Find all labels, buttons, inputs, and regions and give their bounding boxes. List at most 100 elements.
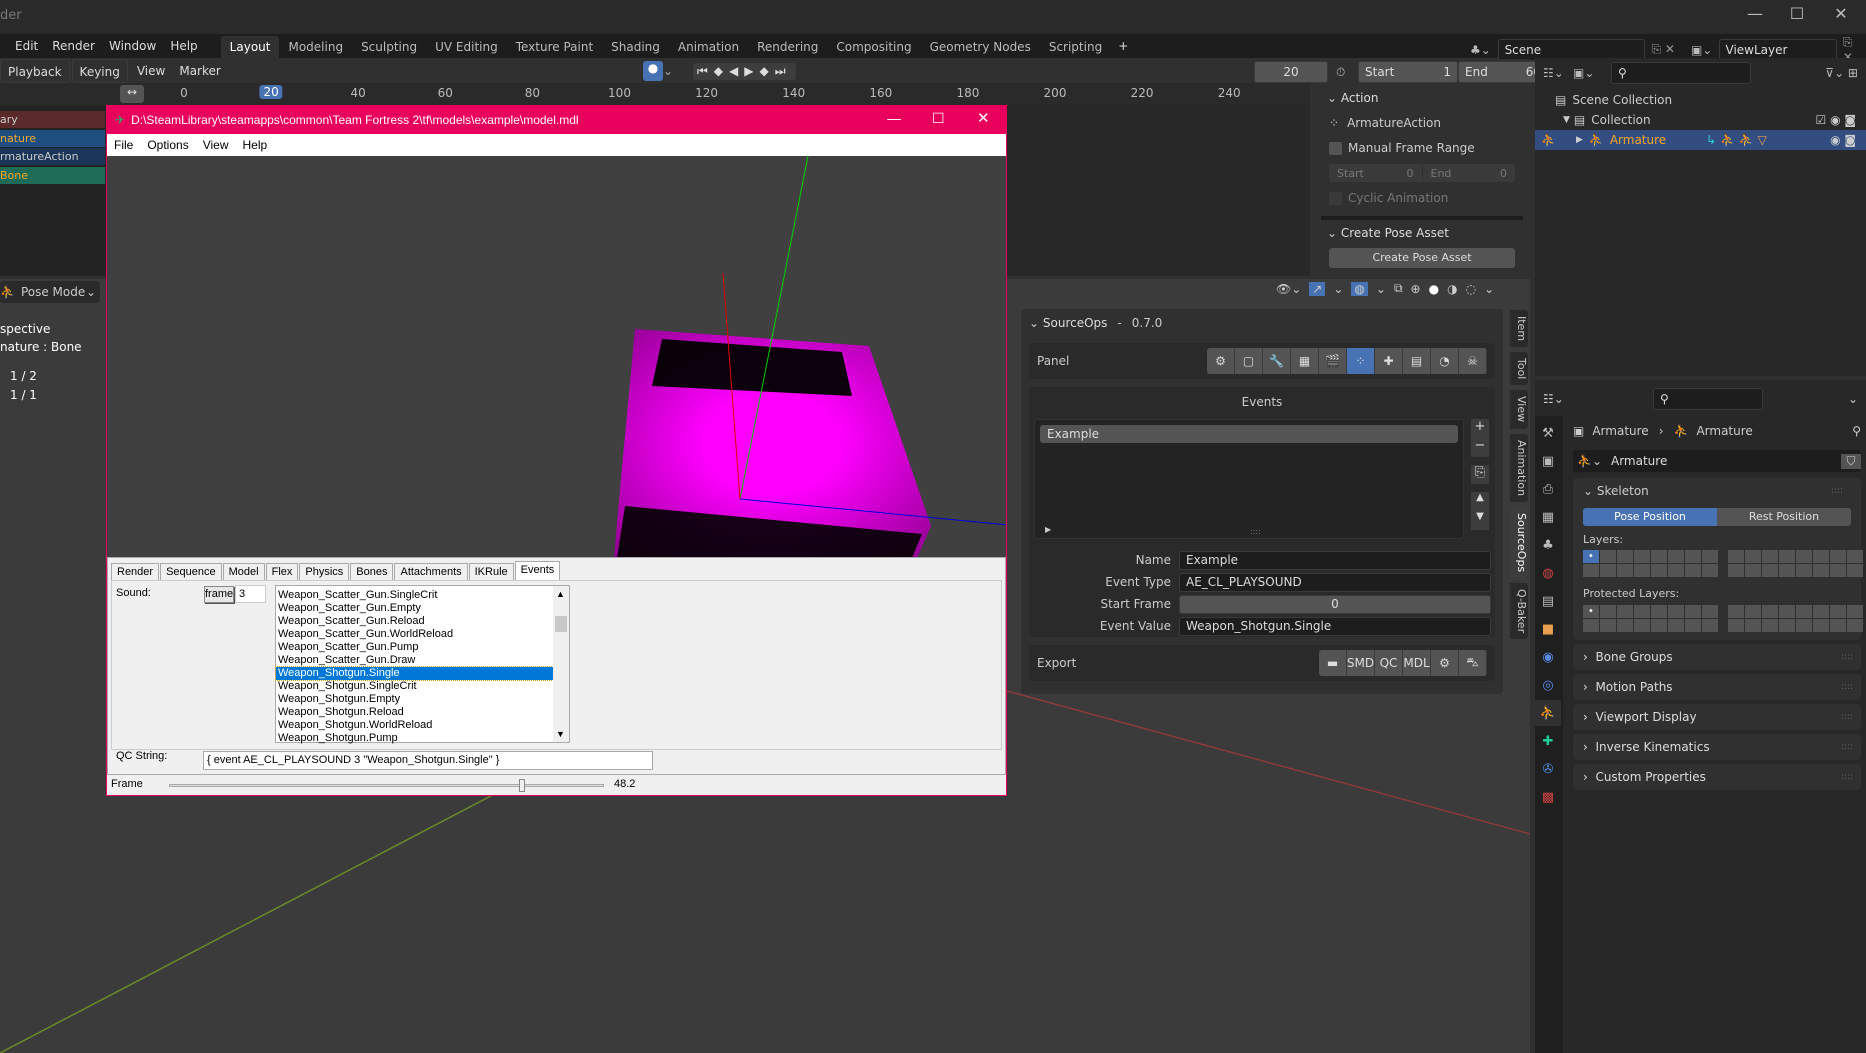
hlmv-tab-attachments[interactable]: Attachments xyxy=(394,563,468,580)
pin-icon[interactable]: ⚲ xyxy=(1852,424,1861,438)
current-frame-indicator[interactable]: 20 xyxy=(259,85,283,99)
fake-user-icon[interactable]: ⛉ xyxy=(1841,453,1861,469)
pose-position-button[interactable]: Pose Position xyxy=(1583,508,1717,526)
bone-icon[interactable]: ✚ xyxy=(1375,348,1403,374)
expand-icon[interactable]: ▼ xyxy=(1563,115,1570,125)
hlmv-tab-sequence[interactable]: Sequence xyxy=(160,563,222,580)
sound-list-item[interactable]: Weapon_Scatter_Gun.SingleCrit xyxy=(276,589,553,602)
layer-cell[interactable] xyxy=(1762,605,1778,618)
layer-cell[interactable] xyxy=(1796,564,1812,577)
layer-cell[interactable] xyxy=(1668,619,1684,632)
layer-cell[interactable] xyxy=(1651,605,1667,618)
layer-cell[interactable] xyxy=(1600,564,1616,577)
view-layer-icon[interactable]: ▦ xyxy=(1535,504,1561,530)
hlmv-model-viewport[interactable] xyxy=(107,156,1006,557)
filter-view-icon[interactable]: ▣⌄ xyxy=(1573,66,1607,80)
hlmv-minimize-button[interactable]: — xyxy=(887,110,901,126)
layer-cell[interactable] xyxy=(1634,619,1650,632)
sound-list-item[interactable]: Weapon_Scatter_Gun.WorldReload xyxy=(276,628,553,641)
tab-layout[interactable]: Layout xyxy=(220,36,280,58)
layer-cell[interactable] xyxy=(1728,550,1744,563)
frame-slider-thumb[interactable] xyxy=(519,779,526,792)
wrench-icon[interactable]: 🔧 xyxy=(1263,348,1291,374)
frame-slider[interactable] xyxy=(169,779,604,792)
bone-icon[interactable]: ✚ xyxy=(1535,728,1561,754)
hlmv-tab-bones[interactable]: Bones xyxy=(350,563,394,580)
layer-cell[interactable] xyxy=(1685,550,1701,563)
timeline-channel[interactable]: nature xyxy=(0,129,105,147)
object-icon[interactable]: ■ xyxy=(1535,616,1561,642)
layer-cell[interactable] xyxy=(1830,619,1846,632)
layer-cell[interactable] xyxy=(1779,619,1795,632)
create-pose-asset-button[interactable]: Create Pose Asset xyxy=(1329,248,1515,268)
expand-icon[interactable]: ▶ xyxy=(1576,135,1583,145)
sidebar-tab-sourceops[interactable]: SourceOps xyxy=(1509,505,1529,579)
current-frame-field[interactable]: 20 xyxy=(1254,61,1328,83)
layer-cell[interactable] xyxy=(1728,619,1744,632)
tab-modeling[interactable]: Modeling xyxy=(279,36,352,58)
layer-cell[interactable] xyxy=(1762,550,1778,563)
tab-animation[interactable]: Animation xyxy=(669,36,748,58)
tab-sculpting[interactable]: Sculpting xyxy=(352,36,426,58)
timeline-ruler[interactable]: ↔ 0 20 40 60 80 100 120 140 160 180 200 220 240 xyxy=(0,83,1310,105)
layer-cell[interactable] xyxy=(1600,605,1616,618)
folder-icon[interactable]: ▬ xyxy=(1319,650,1347,676)
layer-cell[interactable] xyxy=(1702,564,1718,577)
skull-icon[interactable]: ☠ xyxy=(1459,348,1487,374)
drag-grip[interactable]: :::: xyxy=(1841,682,1853,692)
export-smd-button[interactable]: SMD xyxy=(1347,650,1375,676)
sound-list-item[interactable]: Weapon_Shotgun.Single xyxy=(275,666,554,681)
armature-data-name-field[interactable]: Armature xyxy=(1605,454,1841,468)
view-all-icon[interactable]: ↔ xyxy=(120,85,144,103)
frame-input[interactable]: 3 xyxy=(235,585,266,603)
layer-cell[interactable] xyxy=(1702,605,1718,618)
remove-event-button[interactable]: − xyxy=(1471,438,1489,457)
vehicle-icon[interactable]: ⛍ xyxy=(1459,650,1487,676)
layer-cell[interactable] xyxy=(1702,550,1718,563)
timeline-menu-marker[interactable]: Marker xyxy=(172,59,227,83)
layer-cell[interactable] xyxy=(1583,619,1599,632)
editor-type-icon[interactable]: ☷⌄ xyxy=(1543,392,1573,406)
sidebar-tab-q-baker[interactable]: Q-Baker xyxy=(1509,581,1529,640)
layer-cell[interactable] xyxy=(1600,619,1616,632)
hlmv-tab-physics[interactable]: Physics xyxy=(299,563,350,580)
minimize-button[interactable]: — xyxy=(1740,4,1770,23)
layer-cell[interactable] xyxy=(1634,550,1650,563)
output-icon[interactable]: ⎙ xyxy=(1535,476,1561,502)
tool-icon[interactable]: ⚒ xyxy=(1535,420,1561,446)
frame-button[interactable]: frame xyxy=(204,586,234,603)
orbit-icon[interactable]: ◔ xyxy=(1431,348,1459,374)
event-field-event-value[interactable]: Weapon_Shotgun.Single xyxy=(1179,616,1491,636)
event-field-start-frame[interactable]: 0 xyxy=(1179,594,1491,614)
layer-cell[interactable] xyxy=(1830,550,1846,563)
move-down-button[interactable]: ▼ xyxy=(1471,511,1489,530)
close-button[interactable]: ✕ xyxy=(1826,4,1856,23)
section-motion-paths[interactable]: › Motion Paths:::: xyxy=(1573,674,1861,700)
sound-list-item[interactable]: Weapon_Shotgun.Reload xyxy=(276,706,553,719)
armature-item[interactable]: Armature xyxy=(1610,133,1666,147)
visibility-icons[interactable]: ◉ ◙ xyxy=(1830,133,1866,147)
layer-cell[interactable] xyxy=(1668,605,1684,618)
collection-item[interactable]: Collection xyxy=(1591,113,1650,127)
world-icon[interactable]: ◍ xyxy=(1535,560,1561,586)
rest-position-button[interactable]: Rest Position xyxy=(1717,508,1851,526)
checker-icon[interactable]: ▦ xyxy=(1291,348,1319,374)
layer-cell[interactable] xyxy=(1762,564,1778,577)
layer-cell[interactable] xyxy=(1651,564,1667,577)
chevron-down-icon[interactable]: ⌄ xyxy=(663,64,679,78)
outliner-search-input[interactable]: ⚲ xyxy=(1611,62,1751,84)
collection-icon[interactable]: ▤ xyxy=(1535,588,1561,614)
action-end-field[interactable]: End 0 xyxy=(1421,164,1515,182)
viewport-shading-controls[interactable]: 👁⌄ ↗ ⌄ ◍ ⌄ ⧉ ⊕ ● ◑ ◌ ⌄ xyxy=(1276,281,1494,296)
layer-cell[interactable] xyxy=(1600,550,1616,563)
cube-icon[interactable]: ▢ xyxy=(1235,348,1263,374)
chevron-down-icon[interactable]: ⌄ xyxy=(1583,484,1597,498)
layer-cell[interactable] xyxy=(1745,550,1761,563)
physics-icon[interactable]: ◉ xyxy=(1535,644,1561,670)
brick-icon[interactable]: ▤ xyxy=(1403,348,1431,374)
sound-list-scrollbar[interactable]: ▲ ▼ xyxy=(553,586,569,742)
clapper-icon[interactable]: 🎬 xyxy=(1319,348,1347,374)
copy-event-button[interactable]: ⎘ xyxy=(1471,465,1489,484)
mode-selector[interactable]: ⛹ Pose Mode ⌄ xyxy=(0,281,100,303)
section-custom-properties[interactable]: › Custom Properties:::: xyxy=(1573,764,1861,790)
